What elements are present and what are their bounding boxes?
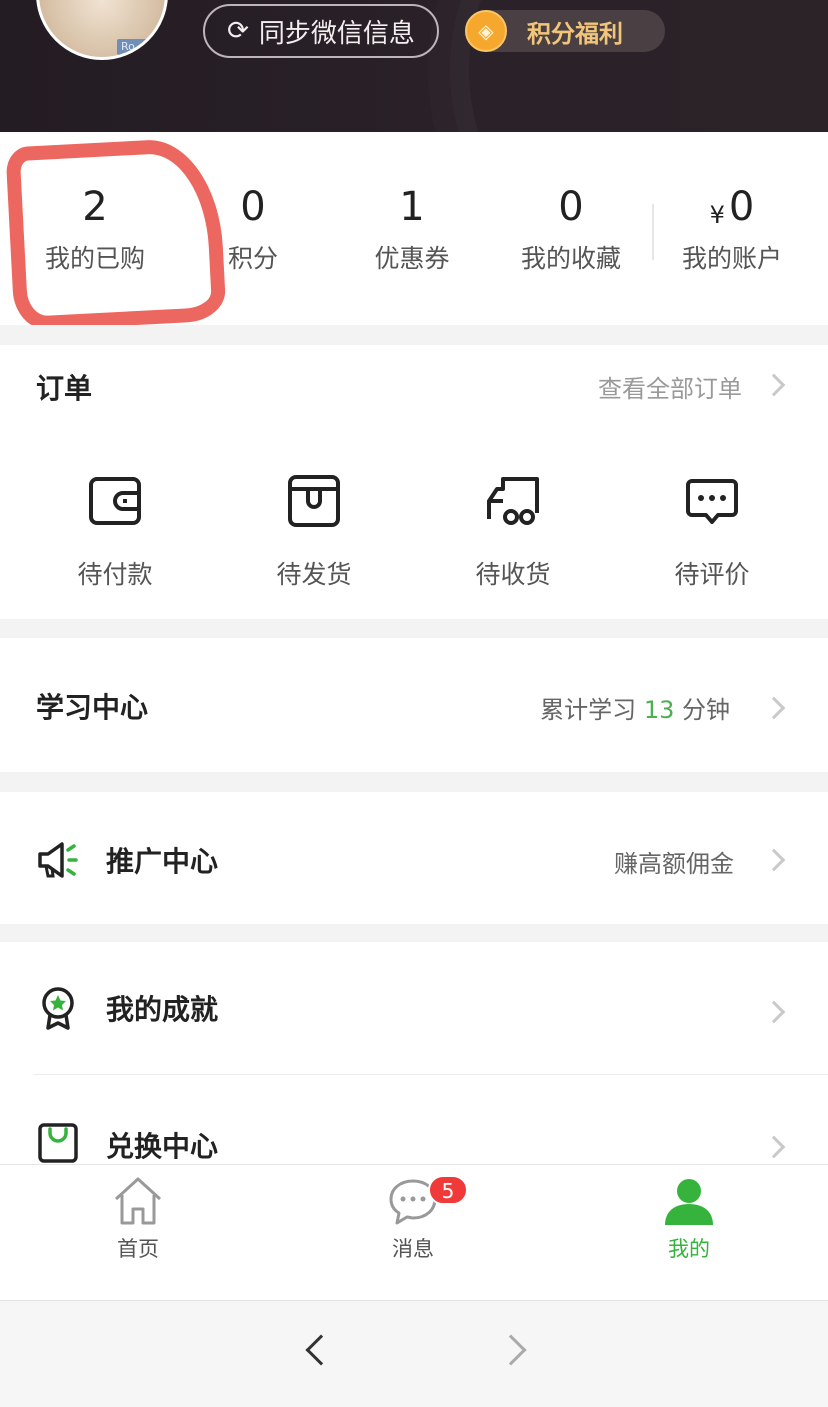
stats-row: 2 我的已购 0 积分 1 优惠券 0 我的收藏 ¥0 我的账户 — [0, 132, 828, 325]
stat-label: 优惠券 — [374, 244, 450, 273]
truck-icon — [487, 477, 539, 525]
chevron-right-icon — [762, 373, 786, 397]
order-label: 待发货 — [276, 560, 352, 589]
back-arrow-icon[interactable] — [305, 1334, 337, 1366]
yen-symbol: ¥ — [709, 201, 725, 229]
points-benefits-label: 积分福利 — [527, 19, 623, 48]
stat-value: 1 — [399, 184, 425, 230]
stat-purchased[interactable]: 2 我的已购 — [15, 182, 175, 284]
tab-home[interactable]: 首页 — [78, 1175, 198, 1263]
chevron-right-icon — [762, 696, 786, 720]
avatar-tag: Ro — [117, 39, 157, 55]
stat-coupons[interactable]: 1 优惠券 — [332, 182, 492, 284]
tab-me[interactable]: 我的 — [629, 1175, 749, 1263]
order-pending-receipt[interactable]: 待收货 — [433, 473, 593, 591]
stat-value: 2 — [82, 184, 108, 230]
section-gap — [0, 325, 828, 345]
stat-label: 我的账户 — [681, 244, 782, 273]
medal-icon — [42, 987, 74, 1030]
order-pending-review[interactable]: 待评价 — [632, 473, 792, 591]
refresh-icon: ⟳ — [227, 16, 249, 46]
coin-icon: ◈ — [465, 10, 507, 52]
browser-nav-bar — [0, 1300, 828, 1407]
sync-wechat-label: 同步微信信息 — [258, 18, 415, 49]
study-center-row[interactable]: 学习中心 累计学习 13 分钟 — [0, 638, 828, 772]
message-count-badge: 5 — [428, 1175, 468, 1205]
orders-section: 订单 查看全部订单 待付款 待发货 待收货 待评价 — [0, 345, 828, 619]
promote-subtitle: 赚高额佣金 — [614, 850, 734, 878]
wallet-icon — [89, 477, 141, 525]
avatar[interactable]: Ro — [36, 0, 168, 60]
stat-value: 0 — [240, 184, 266, 230]
tab-label: 消息 — [392, 1237, 434, 1261]
order-label: 待付款 — [77, 560, 153, 589]
study-time-suffix: 分钟 — [682, 696, 730, 724]
chevron-right-icon — [762, 1000, 786, 1024]
achievement-title: 我的成就 — [106, 993, 219, 1026]
study-center-title: 学习中心 — [36, 691, 149, 724]
stat-value: 0 — [728, 184, 755, 230]
shopping-bag-icon — [38, 1123, 78, 1163]
orders-title: 订单 — [36, 372, 93, 405]
study-minutes: 13 — [643, 696, 675, 724]
stat-account[interactable]: ¥0 我的账户 — [652, 182, 812, 284]
stat-value-wrap: ¥0 — [652, 182, 812, 232]
promote-center-title: 推广中心 — [106, 845, 219, 878]
study-time: 累计学习 13 分钟 — [540, 690, 730, 725]
section-gap — [0, 924, 828, 942]
tab-label: 首页 — [117, 1237, 159, 1261]
home-icon — [114, 1177, 162, 1225]
stat-label: 积分 — [227, 244, 278, 273]
stat-label: 我的已购 — [44, 244, 145, 273]
megaphone-icon — [38, 842, 78, 878]
order-label: 待收货 — [475, 560, 551, 589]
view-all-orders-link[interactable]: 查看全部订单 — [598, 369, 742, 404]
exchange-row[interactable]: 兑换中心 — [0, 1075, 828, 1164]
chevron-right-icon — [762, 1135, 786, 1159]
stat-value: 0 — [558, 184, 584, 230]
achievement-exchange-section: 我的成就 兑换中心 — [0, 942, 828, 1164]
user-icon — [665, 1179, 713, 1225]
points-benefits-button[interactable]: ◈ 积分福利 — [465, 10, 665, 52]
tab-label: 我的 — [668, 1237, 710, 1261]
exchange-title: 兑换中心 — [106, 1130, 219, 1163]
achievement-row[interactable]: 我的成就 — [0, 942, 828, 1074]
sync-wechat-button[interactable]: ⟳ 同步微信信息 — [203, 4, 439, 58]
promote-center-row[interactable]: 推广中心 赚高额佣金 — [0, 792, 828, 924]
stat-points[interactable]: 0 积分 — [173, 182, 333, 284]
section-gap — [0, 772, 828, 792]
order-label: 待评价 — [674, 560, 750, 589]
section-gap — [0, 619, 828, 638]
bottom-tab-bar: 首页 消息 5 我的 — [0, 1164, 828, 1300]
comment-icon — [686, 479, 738, 524]
stat-label: 我的收藏 — [520, 244, 621, 273]
stat-favorites[interactable]: 0 我的收藏 — [491, 182, 651, 284]
order-pending-payment[interactable]: 待付款 — [35, 473, 195, 591]
profile-header: Ro ⟳ 同步微信信息 ◈ 积分福利 — [0, 0, 828, 132]
chevron-right-icon — [762, 848, 786, 872]
box-icon — [288, 475, 340, 527]
order-pending-shipment[interactable]: 待发货 — [234, 473, 394, 591]
study-time-prefix: 累计学习 — [540, 696, 637, 724]
forward-arrow-icon[interactable] — [495, 1334, 527, 1366]
